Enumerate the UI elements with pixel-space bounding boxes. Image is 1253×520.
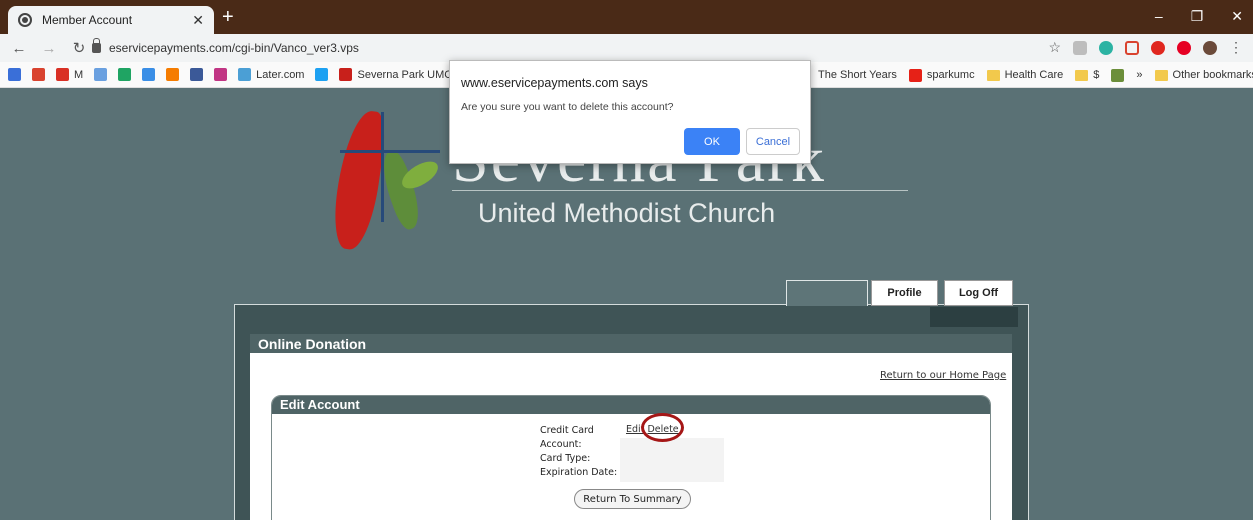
bookmark-item[interactable] bbox=[8, 68, 21, 81]
confirm-dialog: www.eservicepayments.com says Are you su… bbox=[449, 60, 811, 164]
bookmark-label: Severna Park UMC bbox=[357, 68, 453, 81]
twitter-icon bbox=[315, 68, 329, 81]
logo-cross-icon bbox=[381, 112, 384, 222]
bookmark-item[interactable]: Other bookmarks bbox=[1154, 69, 1253, 81]
bookmark-item[interactable]: sparkumc bbox=[908, 68, 975, 82]
diamond-icon bbox=[142, 68, 156, 81]
youtube-icon bbox=[908, 68, 922, 82]
account-details-area bbox=[620, 438, 724, 482]
bookmark-label: The Short Years bbox=[818, 69, 897, 81]
bookmark-item[interactable] bbox=[190, 68, 204, 81]
window-controls: – ❐ ✕ bbox=[1155, 8, 1243, 25]
bookmark-label: Later.com bbox=[256, 68, 305, 81]
new-tab-button[interactable]: + bbox=[222, 7, 234, 27]
maximize-icon[interactable]: ❐ bbox=[1191, 8, 1204, 25]
folder-icon bbox=[1154, 69, 1168, 81]
bookmark-item[interactable] bbox=[142, 68, 156, 81]
bookmark-item[interactable]: » bbox=[1136, 69, 1142, 81]
bookmark-label: » bbox=[1136, 69, 1143, 81]
browser-tab[interactable]: Member Account ✕ bbox=[8, 6, 214, 34]
extension-icon[interactable] bbox=[1099, 40, 1113, 55]
edit-account-header: Edit Account bbox=[272, 396, 990, 414]
logo-divider bbox=[452, 190, 908, 191]
donation-header: Online Donation bbox=[250, 334, 1012, 353]
dialog-message: Are you sure you want to delete this acc… bbox=[461, 101, 674, 113]
tab-blank[interactable] bbox=[786, 280, 868, 306]
facebook-icon bbox=[190, 68, 204, 81]
bookmark-label: $ bbox=[1093, 69, 1100, 81]
extension-icon[interactable] bbox=[1125, 40, 1139, 55]
later-icon bbox=[238, 68, 252, 81]
bookmark-item[interactable] bbox=[214, 68, 228, 81]
instagram-icon bbox=[214, 68, 228, 81]
highlight-circle bbox=[641, 413, 684, 442]
ok-button[interactable]: OK bbox=[684, 128, 740, 155]
tab-strip bbox=[930, 307, 1018, 327]
online-donation-panel: Online Donation Return to our Home Page … bbox=[250, 334, 1012, 520]
ext-icon bbox=[94, 68, 108, 81]
bookmark-item[interactable] bbox=[166, 68, 180, 81]
tab-close-icon[interactable]: ✕ bbox=[192, 12, 204, 29]
folder-icon bbox=[986, 69, 1000, 81]
minimize-icon[interactable]: – bbox=[1155, 8, 1163, 25]
bookmark-item[interactable]: Severna Park UMC bbox=[339, 68, 452, 81]
bookmark-item[interactable] bbox=[32, 68, 45, 81]
extension-icon[interactable] bbox=[1073, 40, 1087, 55]
bookmark-label: Health Care bbox=[1004, 69, 1064, 81]
tab-log-off[interactable]: Log Off bbox=[944, 280, 1013, 306]
umc-icon bbox=[339, 68, 353, 81]
lock-icon bbox=[92, 38, 101, 53]
blogger-icon bbox=[166, 68, 180, 81]
dialog-title: www.eservicepayments.com says bbox=[461, 76, 648, 90]
forward-arrow-icon[interactable]: → bbox=[38, 40, 60, 57]
folder-icon bbox=[1075, 69, 1089, 81]
bookmark-item[interactable] bbox=[315, 68, 329, 81]
drive-icon bbox=[118, 68, 132, 81]
bookmark-item[interactable]: Health Care bbox=[986, 69, 1064, 81]
bookmark-label: Other bookmarks bbox=[1172, 69, 1253, 81]
url-text: eservicepayments.com/cgi-bin/Vanco_ver3.… bbox=[109, 41, 359, 55]
credit-card-label: Credit Card bbox=[540, 425, 594, 436]
bookmark-item[interactable]: The Short Years bbox=[818, 69, 897, 81]
browser-titlebar: Member Account ✕ + – ❐ ✕ bbox=[0, 0, 1253, 34]
reload-icon[interactable]: ↻ bbox=[68, 39, 90, 57]
bookmark-item[interactable]: $ bbox=[1075, 69, 1099, 81]
gmail-icon bbox=[56, 68, 69, 81]
home-page-link[interactable]: Return to our Home Page bbox=[880, 370, 1006, 381]
bookmark-star-icon[interactable]: ☆ bbox=[1048, 39, 1061, 56]
tab-title: Member Account bbox=[42, 13, 133, 27]
tab-profile[interactable]: Profile bbox=[871, 280, 938, 306]
close-window-icon[interactable]: ✕ bbox=[1231, 8, 1243, 25]
todoist-icon bbox=[32, 68, 45, 81]
account-field-labels: Credit Card Account: Card Type: Expirati… bbox=[540, 424, 617, 480]
bookmark-item[interactable]: Later.com bbox=[238, 68, 304, 81]
pinterest-icon[interactable] bbox=[1177, 40, 1191, 55]
back-arrow-icon[interactable]: ← bbox=[8, 40, 30, 57]
account-label: Account: bbox=[540, 439, 582, 450]
return-to-summary-button[interactable]: Return To Summary bbox=[574, 489, 691, 509]
bookmark-item[interactable] bbox=[1111, 68, 1125, 82]
cancel-button[interactable]: Cancel bbox=[746, 128, 800, 155]
logo-cross-bar bbox=[340, 150, 440, 153]
menu-icon[interactable]: ⋮ bbox=[1229, 39, 1243, 56]
calendar-icon bbox=[8, 68, 21, 81]
card-type-label: Card Type: bbox=[540, 453, 591, 464]
opera-icon[interactable] bbox=[1151, 40, 1165, 55]
bookmark-item[interactable] bbox=[94, 68, 108, 81]
bookmark-label: M bbox=[74, 68, 84, 81]
globe-icon bbox=[18, 13, 32, 27]
extension-icons: ☆ ⋮ bbox=[1048, 39, 1243, 56]
profile-avatar-icon[interactable] bbox=[1203, 40, 1217, 55]
edit-account-box: Edit Account Credit Card Account: Card T… bbox=[271, 395, 991, 520]
sheet-icon bbox=[1111, 68, 1125, 82]
expiration-date-label: Expiration Date: bbox=[540, 467, 618, 478]
bookmark-item[interactable] bbox=[118, 68, 132, 81]
bookmark-item[interactable]: M bbox=[56, 68, 83, 81]
bookmark-label: sparkumc bbox=[926, 69, 975, 81]
bookmarks-bar-right: The Short Years sparkumc Health Care $ » Othe… bbox=[818, 62, 1253, 88]
church-subtitle: United Methodist Church bbox=[478, 198, 776, 228]
